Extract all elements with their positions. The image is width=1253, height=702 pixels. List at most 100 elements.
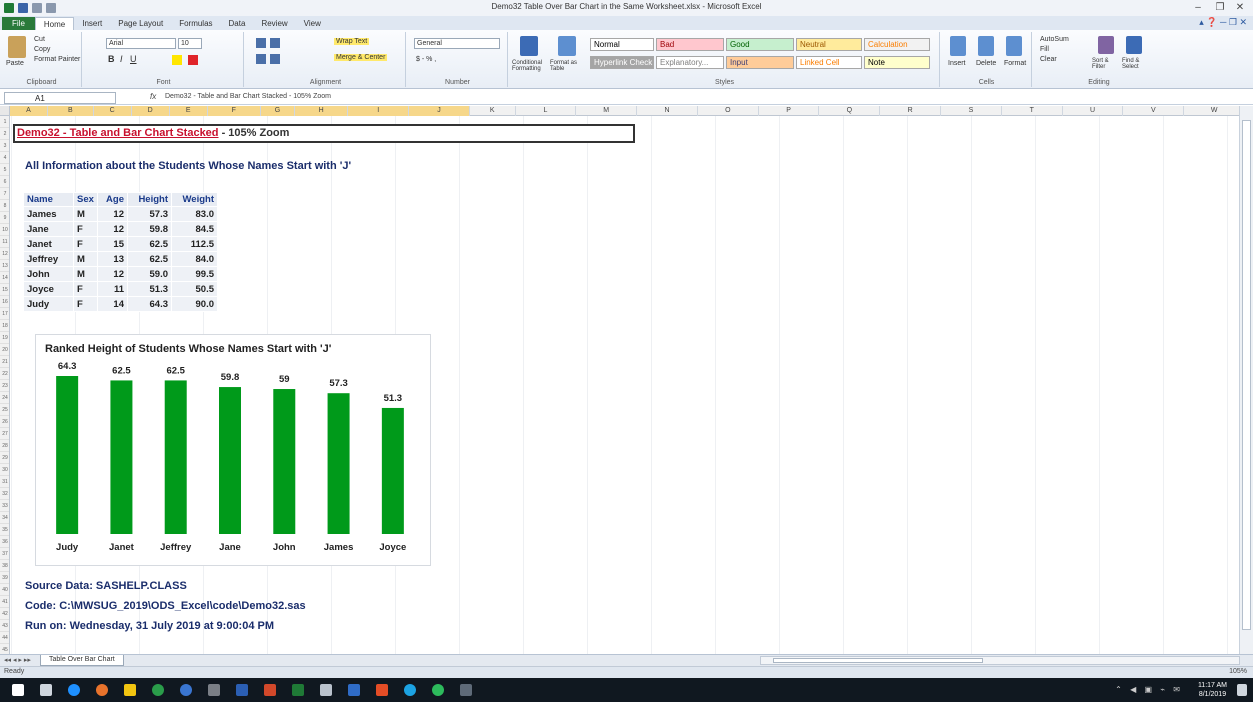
minimize-button[interactable]: –: [1191, 1, 1205, 14]
column-header[interactable]: A: [10, 106, 49, 116]
row-header[interactable]: 10: [0, 224, 9, 236]
cell-age[interactable]: 13: [97, 251, 128, 267]
column-header[interactable]: F: [207, 106, 261, 116]
sheet-tab-table-over-bar-chart[interactable]: Table Over Bar Chart: [40, 655, 124, 666]
row-header[interactable]: 32: [0, 488, 9, 500]
cell-height[interactable]: 64.3: [127, 296, 172, 312]
formula-input[interactable]: Demo32 - Table and Bar Chart Stacked - 1…: [165, 93, 331, 100]
align-top-icon[interactable]: [256, 38, 266, 48]
cell-name[interactable]: Jeffrey: [23, 251, 74, 267]
zoom-level[interactable]: 105%: [1229, 668, 1247, 675]
name-box[interactable]: A1: [4, 92, 116, 104]
cell-name[interactable]: John: [23, 266, 74, 282]
row-header[interactable]: 14: [0, 272, 9, 284]
insert-button[interactable]: Insert: [948, 60, 966, 67]
row-header[interactable]: 18: [0, 320, 9, 332]
row-header[interactable]: 1: [0, 116, 9, 128]
format-as-table-icon[interactable]: [558, 36, 576, 56]
row-header[interactable]: 23: [0, 380, 9, 392]
cell-sex[interactable]: M: [73, 206, 98, 222]
tab-formulas[interactable]: Formulas: [171, 17, 220, 30]
row-header[interactable]: 20: [0, 344, 9, 356]
sheet-nav-arrows[interactable]: ◂◂ ◂ ▸ ▸▸: [4, 656, 31, 664]
file-explorer-icon[interactable]: [124, 684, 136, 696]
row-header[interactable]: 43: [0, 620, 9, 632]
merge-center-button[interactable]: Merge & Center: [334, 54, 388, 61]
format-button[interactable]: Format: [1004, 60, 1026, 67]
row-header[interactable]: 22: [0, 368, 9, 380]
cell-sex[interactable]: M: [73, 266, 98, 282]
row-header[interactable]: 28: [0, 440, 9, 452]
header-age[interactable]: Age: [97, 192, 128, 207]
column-header[interactable]: I: [348, 106, 410, 116]
row-header[interactable]: 2: [0, 128, 9, 140]
horizontal-scroll-thumb[interactable]: [773, 658, 983, 663]
cell-sex[interactable]: F: [73, 281, 98, 297]
tab-data[interactable]: Data: [221, 17, 254, 30]
row-header[interactable]: 17: [0, 308, 9, 320]
outlook-icon[interactable]: [348, 684, 360, 696]
sort-filter-icon[interactable]: [1098, 36, 1114, 54]
column-header[interactable]: G: [260, 106, 296, 116]
fill-button[interactable]: Fill: [1040, 46, 1049, 53]
style-input[interactable]: Input: [726, 56, 794, 69]
powerpoint-icon[interactable]: [264, 684, 276, 696]
sort-filter-button[interactable]: Sort & Filter: [1092, 58, 1122, 70]
cell-weight[interactable]: 90.0: [171, 296, 218, 312]
vertical-scrollbar[interactable]: [1239, 106, 1253, 654]
bar-jane[interactable]: [219, 387, 241, 534]
conditional-formatting-button[interactable]: Conditional Formatting: [512, 60, 546, 72]
style-explanatory[interactable]: Explanatory...: [656, 56, 724, 69]
column-header[interactable]: K: [470, 106, 516, 116]
style-normal[interactable]: Normal: [590, 38, 654, 51]
cell-sex[interactable]: F: [73, 221, 98, 237]
tab-insert[interactable]: Insert: [74, 17, 110, 30]
style-neutral[interactable]: Neutral: [796, 38, 862, 51]
restore-button[interactable]: ❐: [1213, 1, 1227, 14]
find-select-button[interactable]: Find & Select: [1122, 58, 1152, 70]
autosum-button[interactable]: AutoSum: [1040, 36, 1069, 43]
cell-height[interactable]: 62.5: [127, 236, 172, 252]
cell-name[interactable]: Jane: [23, 221, 74, 237]
row-header[interactable]: 31: [0, 476, 9, 488]
column-header[interactable]: D: [131, 106, 170, 116]
column-header[interactable]: R: [880, 106, 942, 116]
row-header[interactable]: 26: [0, 416, 9, 428]
cell-age[interactable]: 12: [97, 266, 128, 282]
underline-button[interactable]: U: [130, 54, 137, 64]
vertical-scroll-thumb[interactable]: [1242, 120, 1251, 630]
cell-age[interactable]: 14: [97, 296, 128, 312]
save-icon[interactable]: [18, 3, 28, 13]
align-middle-icon[interactable]: [270, 38, 280, 48]
bar-janet[interactable]: [110, 380, 133, 534]
column-header[interactable]: O: [698, 106, 759, 116]
redo-icon[interactable]: [46, 3, 56, 13]
align-left-icon[interactable]: [256, 54, 266, 64]
row-header[interactable]: 45: [0, 644, 9, 654]
cell-weight[interactable]: 112.5: [171, 236, 218, 252]
app-icon-2[interactable]: [208, 684, 220, 696]
cell-weight[interactable]: 50.5: [171, 281, 218, 297]
sheet-title-link[interactable]: Demo32 - Table and Bar Chart Stacked: [17, 127, 219, 139]
row-header[interactable]: 41: [0, 596, 9, 608]
undo-icon[interactable]: [32, 3, 42, 13]
start-icon[interactable]: [12, 684, 24, 696]
style-check-cell[interactable]: Hyperlink Check Cell: [590, 56, 654, 69]
bar-jeffrey[interactable]: [164, 380, 187, 534]
style-note[interactable]: Note: [864, 56, 930, 69]
tab-review[interactable]: Review: [253, 17, 295, 30]
row-header[interactable]: 16: [0, 296, 9, 308]
row-header[interactable]: 40: [0, 584, 9, 596]
column-header[interactable]: U: [1063, 106, 1124, 116]
header-name[interactable]: Name: [23, 192, 74, 207]
column-header[interactable]: M: [576, 106, 638, 116]
cell-sex[interactable]: M: [73, 251, 98, 267]
task-view-icon[interactable]: [40, 684, 52, 696]
cell-sex[interactable]: F: [73, 296, 98, 312]
cell-weight[interactable]: 84.5: [171, 221, 218, 237]
delete-button[interactable]: Delete: [976, 60, 996, 67]
app-icon-1[interactable]: [180, 684, 192, 696]
number-format-select[interactable]: General: [414, 38, 500, 49]
column-header[interactable]: V: [1123, 106, 1185, 116]
delete-cells-icon[interactable]: [978, 36, 994, 56]
